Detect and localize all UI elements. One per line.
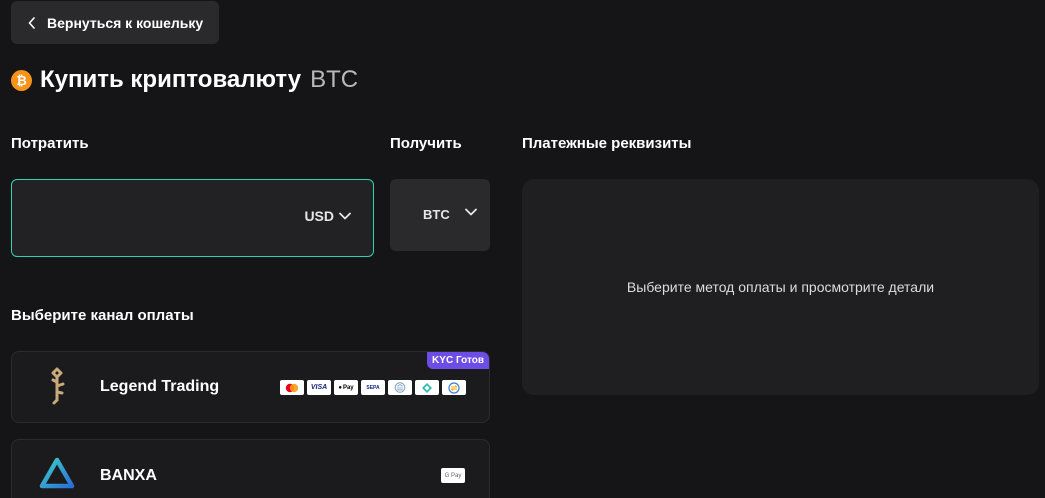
page-title-text: Купить криптовалюту	[40, 66, 302, 93]
payment-details-placeholder: Выберите метод оплаты и просмотрите дета…	[626, 279, 935, 295]
sepa-icon: SEPA	[361, 380, 385, 395]
payment-details-label: Платежные реквизиты	[522, 135, 692, 152]
google-pay-icon: G Pay	[441, 468, 465, 483]
back-to-wallet-button[interactable]: Вернуться к кошельку	[11, 1, 219, 44]
apple-pay-label: Pay	[342, 384, 354, 391]
payment-methods: VISA ● Pay SEPA	[280, 380, 466, 395]
spend-currency-select[interactable]: USD	[304, 208, 351, 224]
provider-banxa[interactable]: BANXA G Pay	[11, 439, 490, 498]
buy-crypto-page: Вернуться к кошельку ₿ Купить криптовалю…	[0, 0, 1045, 498]
page-title: ₿ Купить криптовалюту BTC	[11, 66, 358, 94]
mastercard-icon	[280, 380, 304, 395]
provider-legend-trading[interactable]: Legend Trading KYC Готов VISA ● Pay SEPA	[11, 351, 490, 423]
apple-pay-icon: ● Pay	[334, 380, 358, 395]
spend-currency-value: USD	[304, 208, 334, 224]
kyc-ready-badge: KYC Готов	[427, 352, 489, 369]
apple-logo-icon: ●	[338, 384, 342, 391]
chevron-down-icon	[465, 208, 477, 216]
pix-icon	[415, 380, 439, 395]
legend-key-icon	[44, 366, 70, 406]
provider-name: BANXA	[100, 467, 157, 484]
receive-label: Получить	[390, 135, 462, 152]
bank-icon	[388, 380, 412, 395]
spend-label: Потратить	[11, 135, 89, 152]
chevron-left-icon	[28, 16, 36, 29]
page-title-coin: BTC	[310, 66, 359, 93]
receive-currency-value: BTC	[423, 207, 450, 222]
transfer-icon	[442, 380, 466, 395]
spend-amount-field: USD	[11, 179, 374, 257]
payment-channel-label: Выберите канал оплаты	[11, 307, 194, 324]
banxa-triangle-icon	[39, 457, 75, 489]
payment-methods: G Pay	[441, 468, 465, 483]
spend-amount-input[interactable]	[26, 204, 276, 232]
payment-details-panel: Выберите метод оплаты и просмотрите дета…	[522, 179, 1039, 395]
chevron-down-icon	[339, 212, 351, 220]
provider-name: Legend Trading	[100, 378, 220, 395]
visa-icon: VISA	[307, 380, 331, 395]
bitcoin-icon: ₿	[11, 69, 32, 91]
back-button-label: Вернуться к кошельку	[47, 14, 204, 31]
receive-currency-select[interactable]: BTC	[390, 179, 490, 251]
